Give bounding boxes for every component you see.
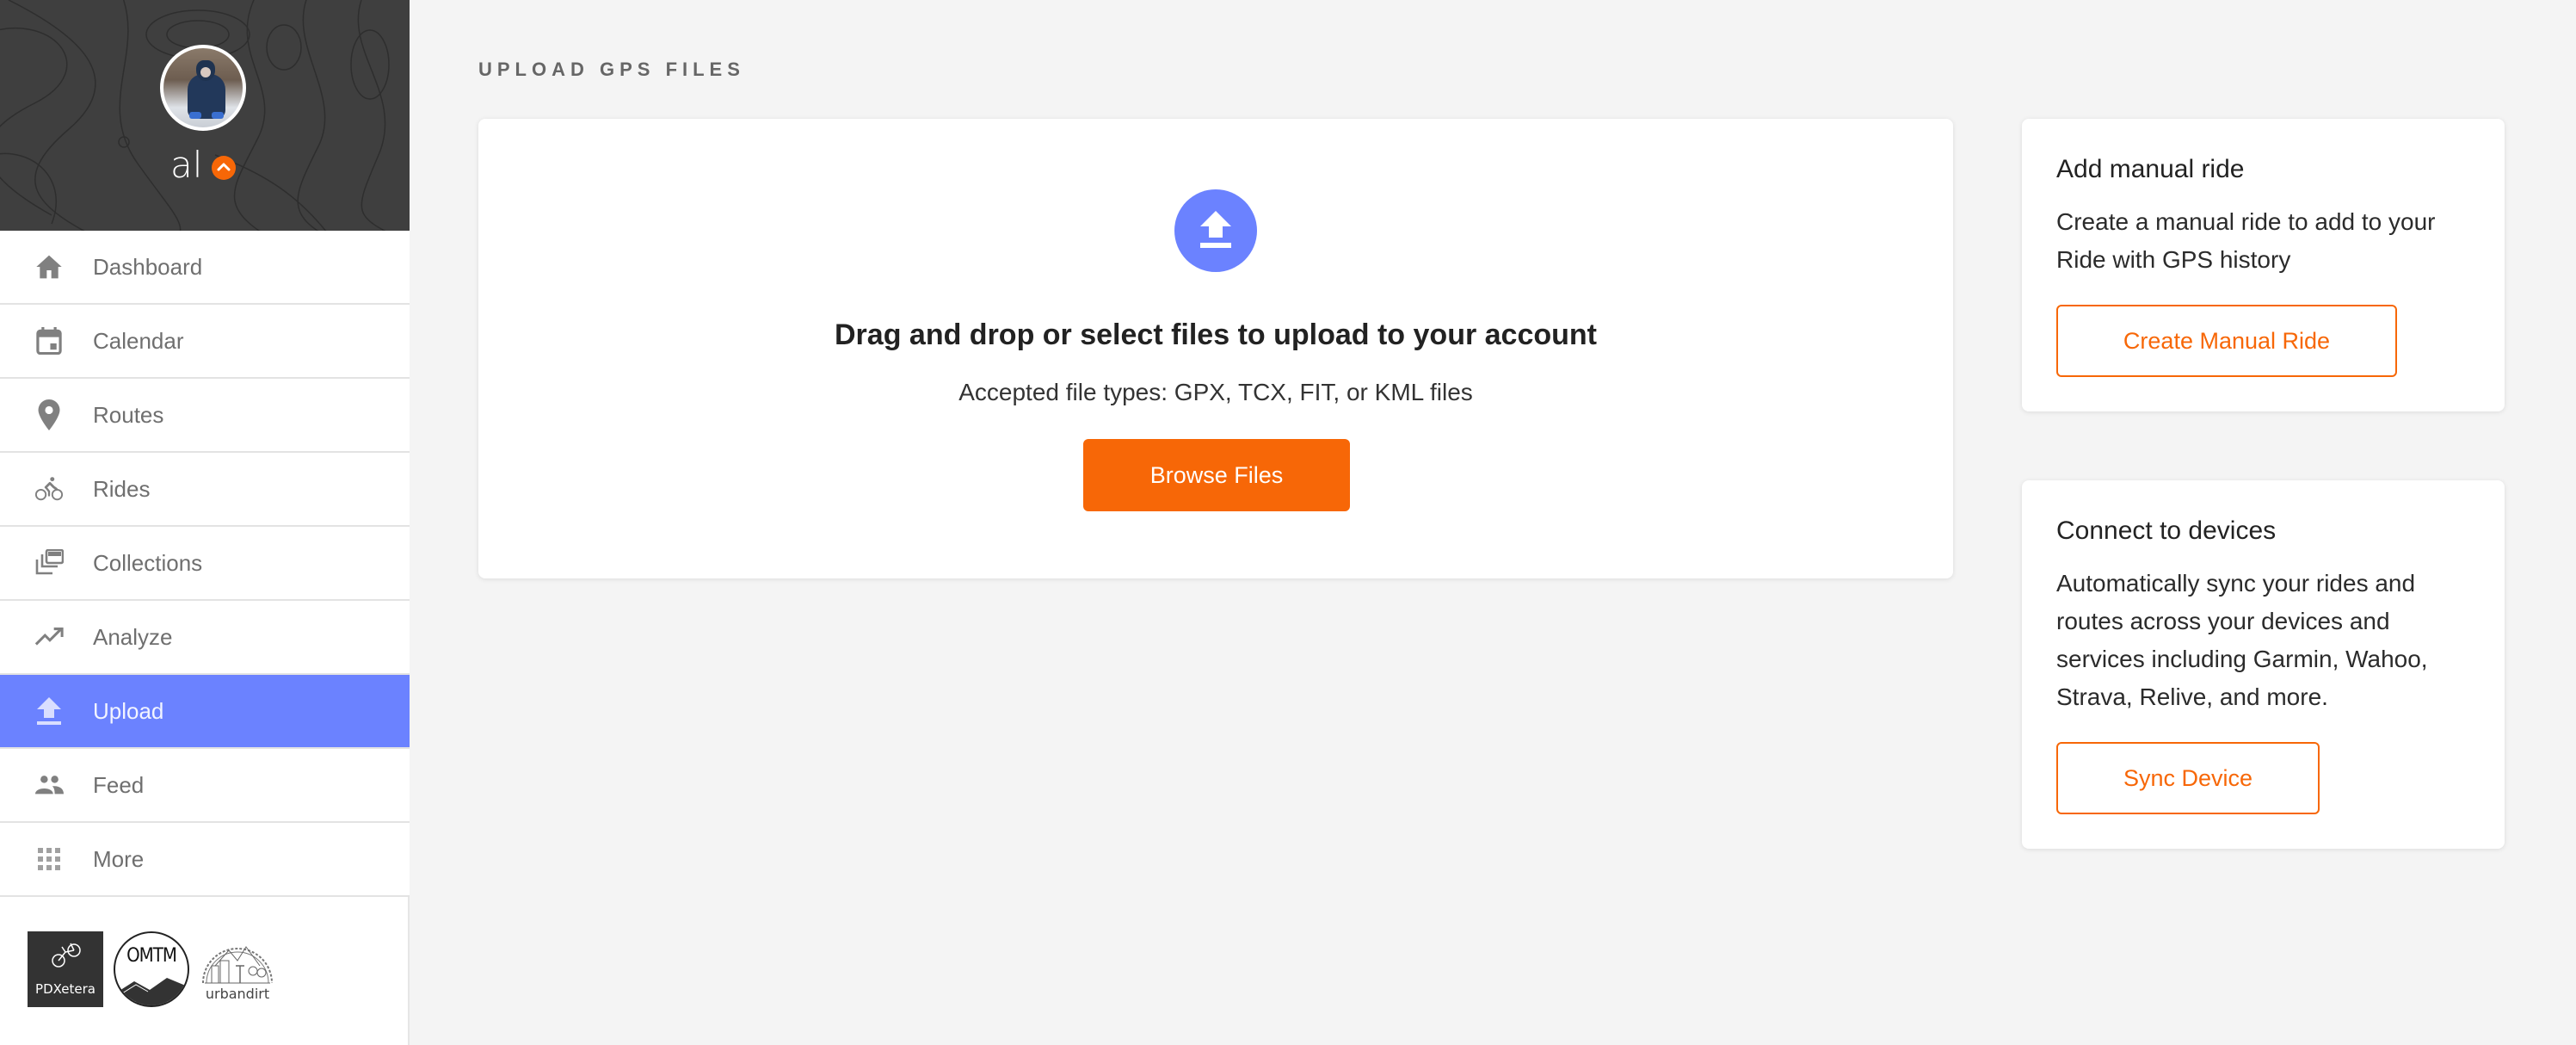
sidebar: al Dashboard Calendar Routes Rides Colle… [0,0,410,1045]
sidebar-item-label: Feed [93,771,145,798]
sidebar-nav: Dashboard Calendar Routes Rides Collecti… [0,231,410,897]
card-description: Automatically sync your rides and routes… [2056,570,2428,710]
sidebar-item-label: Dashboard [93,253,203,280]
partner-logo-urbandirt[interactable]: urbandirt [200,931,275,1007]
sidebar-item-label: More [93,845,145,872]
sidebar-item-label: Rides [93,475,151,502]
mountain-graphic [115,978,188,1005]
sidebar-item-label: Calendar [93,327,184,354]
create-manual-ride-button[interactable]: Create Manual Ride [2056,305,2397,377]
sidebar-item-label: Upload [93,697,164,724]
bicycle-icon [52,943,81,968]
app: al Dashboard Calendar Routes Rides Colle… [0,0,2576,1045]
avatar-figure-boot [212,112,224,119]
accepted-file-types: Accepted file types: GPX, TCX, FIT, or K… [958,379,1473,405]
manual-ride-card: Add manual ride Create a manual ride to … [2022,119,2505,411]
avatar-figure-boot [189,112,201,119]
sidebar-item-label: Collections [93,549,203,576]
upload-icon [34,696,64,726]
user-menu-toggle[interactable] [212,156,236,180]
trending-up-icon [34,622,64,652]
sidebar-item-rides[interactable]: Rides [0,453,410,527]
sidebar-item-more[interactable]: More [0,823,410,897]
sidebar-item-analyze[interactable]: Analyze [0,601,410,675]
grid-icon [34,844,64,874]
partner-logo-omtm[interactable]: OMTM [114,931,189,1007]
sidebar-item-label: Routes [93,401,164,428]
card-description: Create a manual ride to add to your Ride… [2056,208,2436,273]
profile-header: al [0,0,410,231]
sidebar-item-collections[interactable]: Collections [0,527,410,601]
avatar-figure-face [200,67,211,77]
sidebar-item-calendar[interactable]: Calendar [0,305,410,379]
cyclist-icon [34,474,64,504]
collections-icon [34,548,64,578]
sidebar-item-dashboard[interactable]: Dashboard [0,231,410,305]
browse-files-button[interactable]: Browse Files [1083,439,1350,511]
people-icon [34,770,64,800]
connect-devices-card: Connect to devices Automatically sync yo… [2022,480,2505,849]
sidebar-item-label: Analyze [93,623,173,650]
sidebar-item-upload[interactable]: Upload [0,675,410,749]
sidebar-item-feed[interactable]: Feed [0,749,410,823]
gear-cityscape-icon [202,946,273,984]
chevron-up-icon [217,163,231,171]
partner-name: PDXetera [35,981,96,997]
upload-circle [1174,189,1257,272]
map-pin-icon [34,399,64,430]
partner-name: urbandirt [205,986,270,1002]
card-title: Add manual ride [2056,155,2245,183]
partner-logo-pdxetera[interactable]: PDXetera [28,931,103,1007]
sidebar-item-routes[interactable]: Routes [0,379,410,453]
sync-device-button[interactable]: Sync Device [2056,742,2320,814]
upload-dropzone[interactable]: Drag and drop or select files to upload … [478,119,1953,578]
upload-icon [1200,211,1231,248]
partner-logos: PDXetera OMTM urbandirt [0,897,410,1045]
calendar-icon [34,326,64,356]
avatar[interactable] [160,45,246,131]
page-title: UPLOAD GPS FILES [478,59,745,80]
card-title: Connect to devices [2056,516,2277,545]
username[interactable]: al [170,145,202,186]
home-icon [34,252,64,281]
upload-heading: Drag and drop or select files to upload … [835,318,1597,351]
